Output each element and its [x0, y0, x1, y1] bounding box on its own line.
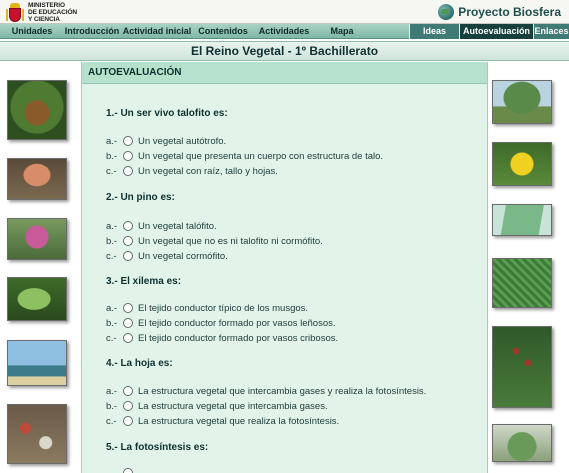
option-2a[interactable]: a.- Un vegetal talófito. [106, 219, 217, 233]
thistle-flower-photo [7, 218, 67, 260]
section-title: AUTOEVALUACIÓN [82, 62, 487, 84]
lichen-photo [7, 404, 67, 464]
radio-button[interactable] [123, 251, 133, 261]
nav-contenidos[interactable]: Contenidos [194, 24, 252, 39]
option-2c[interactable]: c.- Un vegetal cormófito. [106, 249, 228, 263]
moss-sporophytes-photo [492, 326, 552, 408]
right-image-column [487, 62, 569, 473]
option-3c[interactable]: c.- El tejido conductor formado por vasos… [106, 331, 338, 345]
question-5: 5.- La fotosíntesis es: [106, 442, 209, 453]
radio-button[interactable] [123, 303, 133, 313]
microscope-cells-photo [492, 204, 552, 236]
option-4b[interactable]: b.- La estructura vegetal que intercambia… [106, 399, 328, 413]
radio-button[interactable] [123, 221, 133, 231]
pine-cone-photo [7, 80, 67, 140]
nav-autoevaluacion[interactable]: Autoevaluación [459, 24, 533, 39]
nav-unidades[interactable]: Unidades [0, 24, 64, 39]
option-4c[interactable]: c.- La estructura vegetal que realiza la … [106, 414, 339, 428]
option-3a[interactable]: a.- El tejido conductor típico de los mus… [106, 301, 308, 315]
page-title: El Reino Vegetal - 1º Bachillerato [0, 41, 569, 61]
nav-ideas[interactable]: Ideas [409, 24, 459, 39]
ministry-logo: MINISTERIO DE EDUCACIÓN Y CIENCIA [6, 2, 100, 23]
quiz-content: AUTOEVALUACIÓN 1.- Un ser vivo talofito … [82, 62, 487, 473]
question-2: 2.- Un pino es: [106, 192, 175, 203]
radio-button[interactable] [123, 318, 133, 328]
top-header: MINISTERIO DE EDUCACIÓN Y CIENCIA Proyec… [0, 0, 569, 24]
option-5a[interactable] [106, 466, 138, 473]
palm-trees-photo [7, 340, 67, 386]
nav-actividad-inicial[interactable]: Actividad inicial [120, 24, 194, 39]
radio-button[interactable] [123, 468, 133, 473]
option-4a[interactable]: a.- La estructura vegetal que intercambia… [106, 384, 426, 398]
radio-button[interactable] [123, 333, 133, 343]
plant-leaf-photo [7, 277, 67, 321]
nav-introduccion[interactable]: Introducción [64, 24, 120, 39]
question-3: 3.- El xilema es: [106, 276, 182, 287]
option-2b[interactable]: b.- Un vegetal que no es ni talofito ni c… [106, 234, 323, 248]
radio-button[interactable] [123, 416, 133, 426]
option-1a[interactable]: a.- Un vegetal autótrofo. [106, 134, 226, 148]
fern-photo [492, 258, 552, 308]
radio-button[interactable] [123, 136, 133, 146]
radio-button[interactable] [123, 151, 133, 161]
ministry-name: MINISTERIO DE EDUCACIÓN Y CIENCIA [28, 2, 77, 23]
question-4: 4.- La hoja es: [106, 358, 173, 369]
brand-name: Proyecto Biosfera [458, 5, 561, 19]
left-image-column [0, 62, 82, 473]
radio-button[interactable] [123, 166, 133, 176]
spain-crest-icon [6, 2, 24, 23]
question-1: 1.- Un ser vivo talofito es: [106, 108, 228, 119]
yellow-flower-photo [492, 142, 552, 186]
nav-actividades[interactable]: Actividades [252, 24, 316, 39]
radio-button[interactable] [123, 236, 133, 246]
tree-photo [492, 80, 552, 124]
main-nav: Unidades Introducción Actividad inicial … [0, 24, 569, 39]
mushroom-photo [7, 158, 67, 200]
option-1b[interactable]: b.- Un vegetal que presenta un cuerpo con… [106, 149, 383, 163]
globe-icon [438, 4, 455, 20]
option-3b[interactable]: b.- El tejido conductor formado por vasos… [106, 316, 336, 330]
option-1c[interactable]: c.- Un vegetal con raíz, tallo y hojas. [106, 164, 278, 178]
brand-logo[interactable]: Proyecto Biosfera [438, 4, 561, 20]
moss-photo [492, 424, 552, 462]
nav-mapa[interactable]: Mapa [316, 24, 368, 39]
nav-enlaces[interactable]: Enlaces [533, 24, 569, 39]
radio-button[interactable] [123, 401, 133, 411]
radio-button[interactable] [123, 386, 133, 396]
